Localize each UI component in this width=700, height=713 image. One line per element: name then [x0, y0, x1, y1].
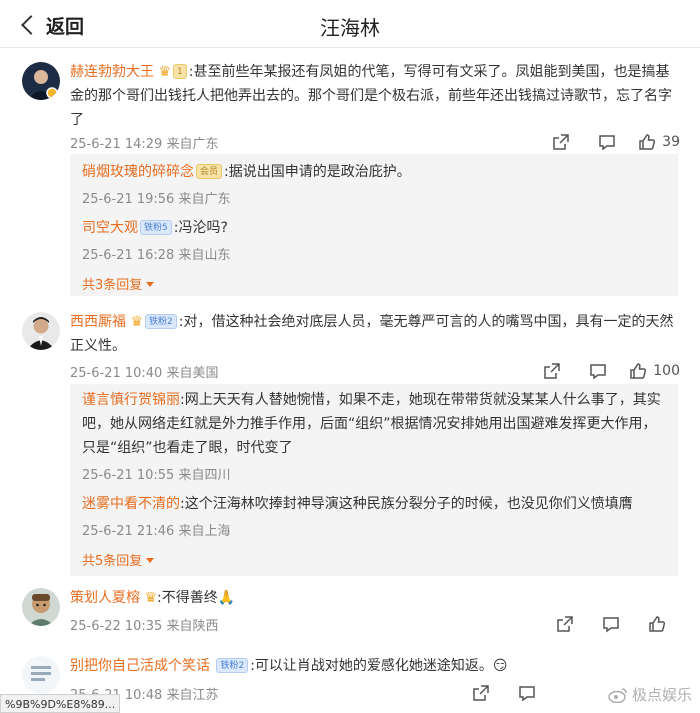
reply-meta: 25-6-21 16:28 来自山东 — [82, 248, 231, 263]
avatar[interactable] — [22, 656, 60, 694]
status-url: %9B%9D%E8%89... — [0, 694, 121, 713]
reply-text: :冯沦吗? — [173, 220, 228, 236]
reply-username[interactable]: 迷雾中看不清的 — [82, 496, 180, 512]
caret-down-icon — [146, 558, 155, 563]
fan-badge: 铁粉5 — [140, 220, 172, 235]
comment-icon[interactable] — [575, 361, 621, 381]
crown-icon: ♛ — [130, 314, 144, 330]
more-replies-label: 共5条回复 — [82, 554, 143, 569]
reply: 硝烟玫瑰的碎碎念 会员:据说出国申请的是政治庇护。 — [82, 160, 666, 184]
share-icon[interactable] — [458, 683, 504, 703]
avatar[interactable] — [22, 62, 60, 100]
watermark-text: 极点娱乐 — [631, 686, 692, 704]
avatar[interactable] — [22, 588, 60, 626]
like-button[interactable] — [634, 614, 680, 634]
comment-body: 赫连勃勃大王 ♛ 1:甚至前些年某报还有凤姐的代笔，写得可有文采了。凤姐能到美国，… — [70, 60, 676, 132]
comment-body: 别把你自己活成个笑话 铁粉2:可以让肖战对她的爱感化她迷途知返。😏 — [70, 654, 676, 678]
comment-username[interactable]: 别把你自己活成个笑话 — [70, 658, 210, 674]
reply: 司空大观 铁粉5:冯沦吗? — [82, 216, 666, 240]
reply-username[interactable]: 司空大观 — [82, 220, 138, 236]
comment-thread: 赫连勃勃大王 ♛ 1:甚至前些年某报还有凤姐的代笔，写得可有文采了。凤姐能到美国，… — [0, 48, 700, 298]
share-icon[interactable] — [538, 132, 584, 152]
comment-text: :不得善终🙏 — [157, 590, 236, 606]
crown-icon: ♛ — [158, 64, 172, 80]
comment-username[interactable]: 策划人夏榕 — [70, 590, 140, 606]
comment-body: 策划人夏榕 ♛:不得善终🙏 — [70, 586, 676, 610]
more-replies-label: 共3条回复 — [82, 278, 143, 293]
reply-text: :这个汪海林吹捧封神导演这种民族分裂分子的时候，也没见你们义愤填膺 — [180, 496, 633, 512]
comment-username[interactable]: 赫连勃勃大王 — [70, 64, 154, 80]
reply-meta: 25-6-21 10:55 来自四川 — [82, 468, 231, 483]
reply: 迷雾中看不清的:这个汪海林吹捧封神导演这种民族分裂分子的时候，也没见你们义愤填膺 — [82, 492, 666, 516]
reply-box: 谨言慎行贺锦丽:网上天天有人替她惋惜，如果不走，她现在带带货就没某某人什么事了，… — [70, 384, 678, 576]
weibo-logo-icon — [608, 687, 627, 703]
avatar[interactable] — [22, 312, 60, 350]
reply-username[interactable]: 谨言慎行贺锦丽 — [82, 392, 180, 408]
share-icon[interactable] — [529, 361, 575, 381]
comment-thread: 策划人夏榕 ♛:不得善终🙏 25-6-22 10:35 来自陕西 — [0, 584, 700, 648]
comment-icon[interactable] — [504, 683, 550, 703]
comment-meta: 25-6-22 10:35 来自陕西 — [70, 619, 219, 634]
fan-badge: 铁粉2 — [216, 658, 249, 673]
reply-text: :据说出国申请的是政治庇护。 — [224, 164, 411, 180]
comment-body: 西西厮福 ♛ 铁粉2:对，借这种社会绝对底层人员，毫无尊严可言的人的嘴骂中国，具有… — [70, 310, 676, 358]
comment-meta: 25-6-21 14:29 来自广东 — [70, 137, 219, 152]
reply-meta: 25-6-21 21:46 来自上海 — [82, 524, 231, 539]
comment-meta: 25-6-21 10:40 来自美国 — [70, 366, 219, 381]
comment-actions — [458, 683, 550, 703]
comment-text: :可以让肖战对她的爱感化她迷途知返。😏 — [250, 658, 508, 674]
reply: 谨言慎行贺锦丽:网上天天有人替她惋惜，如果不走，她现在带带货就没某某人什么事了，… — [82, 388, 666, 460]
top-nav-bar: 返回 汪海林 — [0, 0, 700, 48]
thumbs-up-icon — [649, 616, 666, 632]
more-replies-link[interactable]: 共5条回复 — [82, 550, 155, 569]
reply-username[interactable]: 硝烟玫瑰的碎碎念 — [82, 164, 194, 180]
fan-badge: 铁粉2 — [145, 314, 177, 329]
more-replies-link[interactable]: 共3条回复 — [82, 274, 155, 293]
comment-icon[interactable] — [584, 132, 630, 152]
comment-thread: 西西厮福 ♛ 铁粉2:对，借这种社会绝对底层人员，毫无尊严可言的人的嘴骂中国，具有… — [0, 298, 700, 584]
comment-username[interactable]: 西西厮福 — [70, 314, 126, 330]
comment-icon[interactable] — [588, 614, 634, 634]
comment-actions — [542, 614, 680, 634]
reply-box: 硝烟玫瑰的碎碎念 会员:据说出国申请的是政治庇护。 25-6-21 19:56 来… — [70, 154, 678, 296]
member-badge: 会员 — [196, 164, 223, 179]
comment-actions: 100 — [529, 361, 680, 381]
like-button[interactable]: 39 — [630, 132, 680, 152]
thumbs-up-icon — [630, 363, 647, 379]
caret-down-icon — [146, 282, 155, 287]
reply-meta: 25-6-21 19:56 来自广东 — [82, 192, 231, 207]
like-count: 39 — [662, 134, 680, 150]
comment-actions: 39 — [538, 132, 680, 152]
page-title: 汪海林 — [320, 16, 380, 40]
watermark: 极点娱乐 — [608, 684, 692, 705]
like-button[interactable]: 100 — [621, 361, 680, 381]
thumbs-up-icon — [639, 134, 656, 150]
share-icon[interactable] — [542, 614, 588, 634]
crown-icon: ♛ — [144, 590, 158, 606]
like-count: 100 — [653, 363, 680, 379]
fan-badge: 1 — [173, 64, 187, 79]
